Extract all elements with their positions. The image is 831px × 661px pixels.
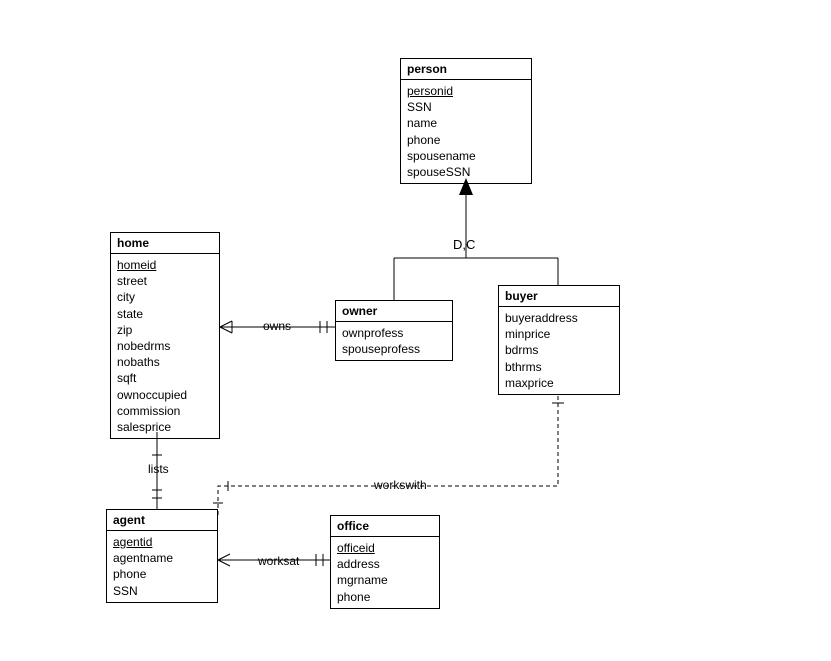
- attr: bthrms: [505, 359, 613, 375]
- attr: commission: [117, 403, 213, 419]
- attr: street: [117, 273, 213, 289]
- attr: homeid: [117, 257, 213, 273]
- attr: phone: [113, 566, 211, 582]
- attr: city: [117, 289, 213, 305]
- rel-workswith-label: workswith: [372, 478, 429, 492]
- entity-title-office: office: [331, 516, 439, 537]
- attr: agentid: [113, 534, 211, 550]
- attr: agentname: [113, 550, 211, 566]
- rel-worksat-label: worksat: [256, 554, 301, 568]
- attr: buyeraddress: [505, 310, 613, 326]
- attr: spouseSSN: [407, 164, 525, 180]
- attr: nobaths: [117, 354, 213, 370]
- attr: officeid: [337, 540, 433, 556]
- attr: name: [407, 115, 525, 131]
- attr: SSN: [407, 99, 525, 115]
- entity-buyer: buyer buyeraddress minprice bdrms bthrms…: [498, 285, 620, 395]
- entity-office: office officeid address mgrname phone: [330, 515, 440, 609]
- attr: SSN: [113, 583, 211, 599]
- attr: personid: [407, 83, 525, 99]
- attr: spousename: [407, 148, 525, 164]
- entity-title-owner: owner: [336, 301, 452, 322]
- attr: address: [337, 556, 433, 572]
- constraint-label: D,C: [451, 237, 477, 252]
- entity-attrs-buyer: buyeraddress minprice bdrms bthrms maxpr…: [499, 307, 619, 394]
- attr: bdrms: [505, 342, 613, 358]
- entity-owner: owner ownprofess spouseprofess: [335, 300, 453, 361]
- entity-attrs-home: homeid street city state zip nobedrms no…: [111, 254, 219, 438]
- entity-agent: agent agentid agentname phone SSN: [106, 509, 218, 603]
- attr: phone: [337, 589, 433, 605]
- entity-title-buyer: buyer: [499, 286, 619, 307]
- attr: mgrname: [337, 572, 433, 588]
- rel-owns-label: owns: [261, 319, 293, 333]
- attr: zip: [117, 322, 213, 338]
- entity-attrs-person: personid SSN name phone spousename spous…: [401, 80, 531, 183]
- attr: phone: [407, 132, 525, 148]
- entity-attrs-owner: ownprofess spouseprofess: [336, 322, 452, 360]
- attr: nobedrms: [117, 338, 213, 354]
- attr: minprice: [505, 326, 613, 342]
- entity-home: home homeid street city state zip nobedr…: [110, 232, 220, 439]
- attr: maxprice: [505, 375, 613, 391]
- attr: sqft: [117, 370, 213, 386]
- entity-attrs-agent: agentid agentname phone SSN: [107, 531, 217, 602]
- attr: state: [117, 306, 213, 322]
- entity-title-person: person: [401, 59, 531, 80]
- attr: spouseprofess: [342, 341, 446, 357]
- entity-title-agent: agent: [107, 510, 217, 531]
- entity-person: person personid SSN name phone spousenam…: [400, 58, 532, 184]
- attr: ownoccupied: [117, 387, 213, 403]
- entity-title-home: home: [111, 233, 219, 254]
- rel-lists-label: lists: [146, 462, 171, 476]
- attr: ownprofess: [342, 325, 446, 341]
- attr: salesprice: [117, 419, 213, 435]
- entity-attrs-office: officeid address mgrname phone: [331, 537, 439, 608]
